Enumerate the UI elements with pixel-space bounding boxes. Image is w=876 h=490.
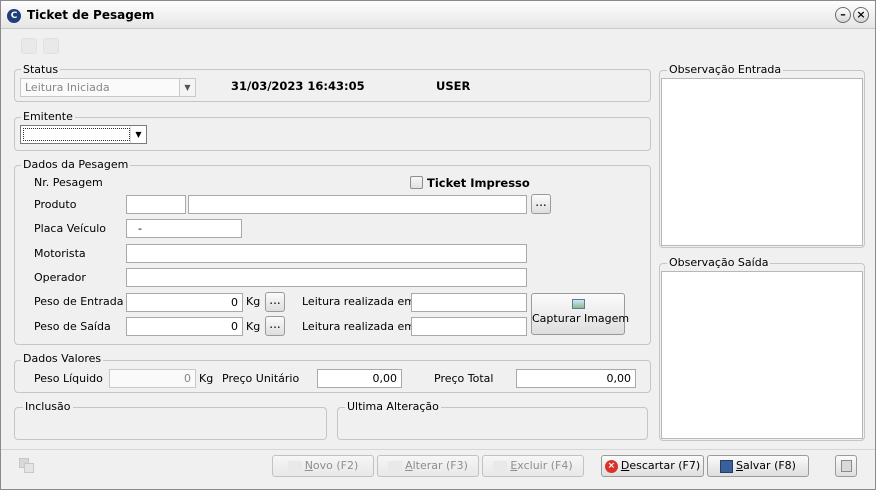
preco-unitario-label: Preço Unitário bbox=[222, 372, 300, 385]
footer-divider bbox=[1, 449, 875, 450]
preco-total-input[interactable]: 0,00 bbox=[516, 369, 636, 388]
inclusao-group-label: Inclusão bbox=[23, 400, 73, 413]
exit-icon bbox=[840, 460, 852, 472]
ticket-impresso-checkbox[interactable] bbox=[410, 176, 423, 189]
focus-rect bbox=[23, 128, 130, 141]
observacao-saida-label: Observação Saída bbox=[667, 256, 771, 269]
produto-label: Produto bbox=[34, 198, 77, 211]
motorista-input[interactable] bbox=[126, 244, 527, 263]
image-icon bbox=[571, 299, 585, 309]
cancel-icon: × bbox=[604, 459, 618, 473]
peso-liquido-unit: Kg bbox=[199, 372, 214, 385]
minimize-icon: – bbox=[840, 8, 846, 21]
minimize-button[interactable]: – bbox=[835, 7, 851, 23]
peso-saida-unit: Kg bbox=[246, 320, 261, 333]
status-user: USER bbox=[436, 79, 471, 93]
close-icon: × bbox=[856, 8, 866, 21]
operador-input[interactable] bbox=[126, 268, 527, 287]
peso-saida-label: Peso de Saída bbox=[34, 320, 111, 333]
peso-liquido-input[interactable]: 0 bbox=[109, 369, 196, 388]
app-logo-icon: C bbox=[7, 9, 21, 23]
copy-icon[interactable] bbox=[19, 458, 35, 474]
status-datetime: 31/03/2023 16:43:05 bbox=[231, 79, 365, 93]
status-combo[interactable]: Leitura Iniciada ▼ bbox=[20, 78, 196, 97]
leitura-entrada-input[interactable] bbox=[411, 293, 527, 312]
peso-saida-lookup-button[interactable]: ... bbox=[265, 316, 285, 336]
emitente-group-label: Emitente bbox=[21, 110, 75, 123]
leitura-saida-label: Leitura realizada em bbox=[302, 320, 415, 333]
capturar-imagem-button[interactable]: Capturar Imagem bbox=[531, 293, 629, 335]
ultima-alteracao-group-label: Ultima Alteração bbox=[345, 400, 441, 413]
capturar-imagem-label: Capturar Imagem bbox=[532, 312, 630, 325]
alterar-button[interactable]: Alterar (F3) bbox=[377, 455, 479, 477]
window-title: Ticket de Pesagem bbox=[27, 8, 155, 22]
status-group-label: Status bbox=[21, 63, 61, 76]
status-value: Leitura Iniciada bbox=[25, 81, 110, 94]
peso-saida-input[interactable]: 0 bbox=[126, 317, 243, 336]
observacao-entrada-textarea[interactable] bbox=[661, 78, 863, 246]
novo-button[interactable]: Novo (F2) bbox=[272, 455, 374, 477]
descartar-button[interactable]: × Descartar (F7) bbox=[601, 455, 704, 477]
ticket-impresso-label: Ticket Impresso bbox=[427, 176, 530, 190]
pesagem-group-label: Dados da Pesagem bbox=[21, 158, 131, 171]
exit-button[interactable] bbox=[835, 455, 857, 477]
produto-desc-input[interactable] bbox=[188, 195, 527, 214]
produto-lookup-button[interactable]: ... bbox=[531, 194, 551, 214]
close-button[interactable]: × bbox=[853, 7, 869, 23]
preco-unitario-input[interactable]: 0,00 bbox=[317, 369, 402, 388]
leitura-saida-input[interactable] bbox=[411, 317, 527, 336]
preco-total-label: Preço Total bbox=[434, 372, 494, 385]
emitente-combo[interactable]: ▼ bbox=[20, 125, 147, 144]
motorista-label: Motorista bbox=[34, 247, 86, 260]
excluir-button[interactable]: Excluir (F4) bbox=[482, 455, 584, 477]
delete-icon bbox=[493, 461, 508, 471]
produto-code-input[interactable] bbox=[126, 195, 186, 214]
peso-entrada-unit: Kg bbox=[246, 295, 261, 308]
peso-liquido-label: Peso Líquido bbox=[34, 372, 103, 385]
peso-entrada-input[interactable]: 0 bbox=[126, 293, 243, 312]
toolbar-square-1[interactable] bbox=[21, 38, 37, 54]
title-bar[interactable]: C Ticket de Pesagem – × bbox=[1, 1, 875, 29]
chevron-down-icon: ▼ bbox=[130, 126, 146, 143]
operador-label: Operador bbox=[34, 271, 86, 284]
placa-input[interactable]: - bbox=[126, 219, 242, 238]
valores-group-label: Dados Valores bbox=[21, 352, 104, 365]
new-icon bbox=[287, 461, 302, 471]
edit-icon bbox=[388, 461, 403, 471]
placa-label: Placa Veículo bbox=[34, 222, 107, 235]
peso-entrada-lookup-button[interactable]: ... bbox=[265, 292, 285, 312]
chevron-down-icon: ▼ bbox=[179, 79, 195, 96]
ticket-window: C Ticket de Pesagem – × Status Leitura I… bbox=[0, 0, 876, 490]
save-icon bbox=[720, 459, 734, 473]
peso-entrada-label: Peso de Entrada bbox=[34, 295, 124, 308]
nr-pesagem-label: Nr. Pesagem bbox=[34, 176, 103, 189]
observacao-saida-textarea[interactable] bbox=[661, 271, 863, 439]
salvar-button[interactable]: Salvar (F8) bbox=[707, 455, 809, 477]
leitura-entrada-label: Leitura realizada em bbox=[302, 295, 415, 308]
observacao-entrada-label: Observação Entrada bbox=[667, 63, 784, 76]
toolbar-square-2[interactable] bbox=[43, 38, 59, 54]
